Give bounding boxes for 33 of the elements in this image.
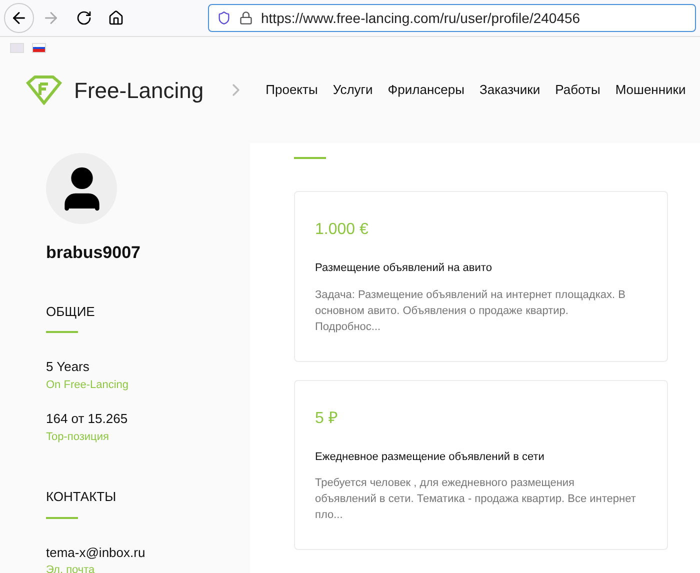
nav-link[interactable]: Проекты xyxy=(266,80,318,100)
nav-link[interactable]: Услуги xyxy=(332,80,373,100)
project-price: 5 ₽ xyxy=(315,408,338,428)
nav-link[interactable]: Мошенники xyxy=(615,80,686,100)
project-title[interactable]: Размещение объявлений на авито xyxy=(315,260,647,276)
shield-icon xyxy=(217,11,231,25)
project-title[interactable]: Ежедневное размещение объявлений в сети xyxy=(315,448,647,465)
home-icon[interactable] xyxy=(108,10,124,26)
flag-icon[interactable] xyxy=(32,43,46,53)
site-logo-text[interactable]: Free-Lancing xyxy=(74,74,204,106)
info-label: On Free-Lancing xyxy=(46,378,130,392)
diamond-logo-icon xyxy=(26,75,62,105)
nav-link[interactable]: Работы xyxy=(555,80,600,100)
info-value: 164 от 15.265 xyxy=(46,410,129,428)
lock-icon xyxy=(239,11,253,25)
info-label: Эл. почта xyxy=(46,563,96,573)
project-card[interactable]: 5 ₽ Ежедневное размещение объявлений в сети Требуется человек , для ежедневного размещения объявлений в сети. Тематика - продажа квартир. Все интернет пло... xyxy=(294,380,668,550)
username: brabus9007 xyxy=(46,242,142,264)
reload-icon[interactable] xyxy=(76,10,92,26)
address-bar[interactable]: https://www.free-lancing.com/ru/user/profile/240456 xyxy=(208,4,696,32)
project-description: Требуется человек , для ежедневного размещения объявлений в сети. Тематика - продажа квартир. Все интернет пло... xyxy=(315,476,637,523)
section-heading: ОБЩИЕ xyxy=(46,302,96,321)
nav-link[interactable]: Заказчики xyxy=(479,80,540,100)
section-heading: КОНТАКТЫ xyxy=(46,488,118,506)
info-value: 5 Years xyxy=(46,358,90,376)
url-text: https://www.free-lancing.com/ru/user/profile/240456 xyxy=(261,8,580,28)
project-card[interactable]: 1.000 € Размещение объявлений на авито Задача: Размещение объявлений на интернет площадках. В основном авито. Объявления о продаже квартир. Подробнос... xyxy=(294,191,668,362)
project-description: Задача: Размещение объявлений на интернет площадках. В основном авито. Объявления о продаже квартир. Подробнос... xyxy=(315,288,626,334)
info-value: tema-x@inbox.ru xyxy=(46,544,146,562)
back-button[interactable] xyxy=(4,3,34,33)
nav-link[interactable]: Фрилансеры xyxy=(388,80,464,100)
project-price: 1.000 € xyxy=(315,220,370,240)
info-label: Top-позиция xyxy=(46,430,110,444)
